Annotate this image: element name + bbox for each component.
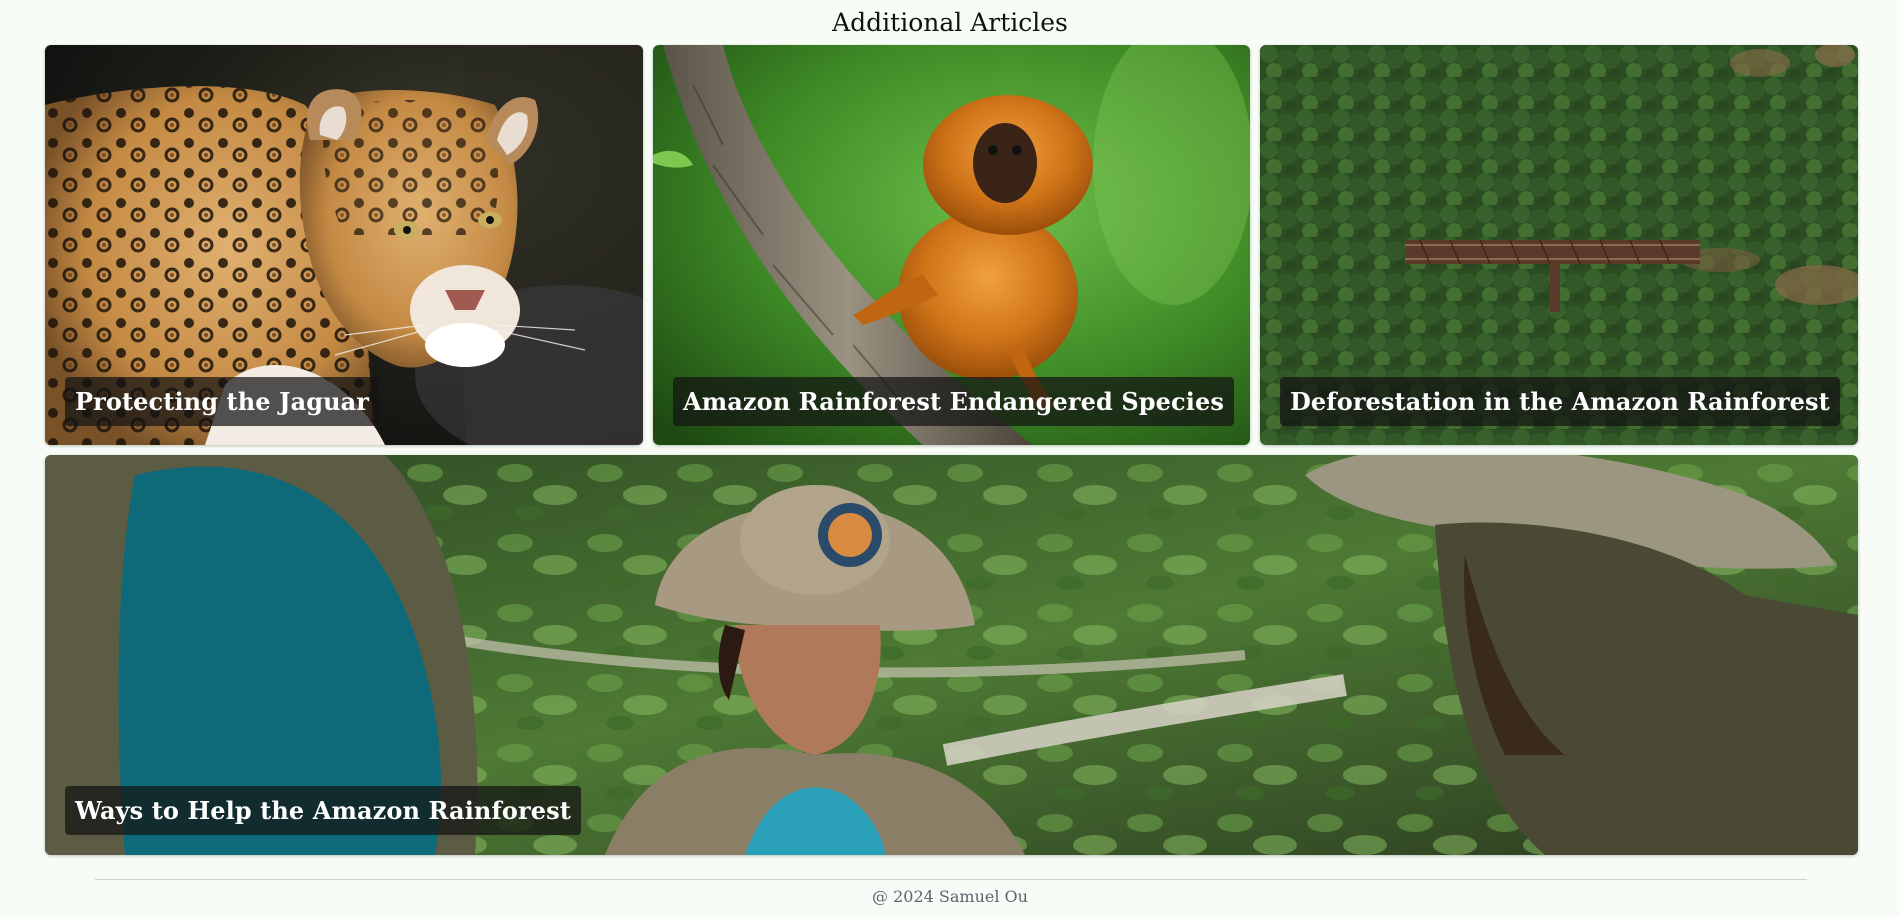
article-title: Amazon Rainforest Endangered Species: [673, 377, 1234, 426]
footer-copyright: @ 2024 Samuel Ou: [872, 887, 1028, 906]
section-title: Additional Articles: [832, 8, 1068, 37]
article-card-deforestation[interactable]: Deforestation in the Amazon Rainforest: [1260, 45, 1858, 445]
article-card-jaguar[interactable]: Protecting the Jaguar: [45, 45, 643, 445]
footer-divider: [95, 879, 1807, 880]
article-title: Protecting the Jaguar: [65, 377, 380, 426]
article-title: Deforestation in the Amazon Rainforest: [1280, 377, 1840, 426]
article-title: Ways to Help the Amazon Rainforest: [65, 786, 581, 835]
article-card-endangered-species[interactable]: Amazon Rainforest Endangered Species: [653, 45, 1250, 445]
article-card-ways-to-help[interactable]: Ways to Help the Amazon Rainforest: [45, 455, 1858, 855]
page: Additional Articles Protecting the Jagua…: [0, 0, 1900, 917]
